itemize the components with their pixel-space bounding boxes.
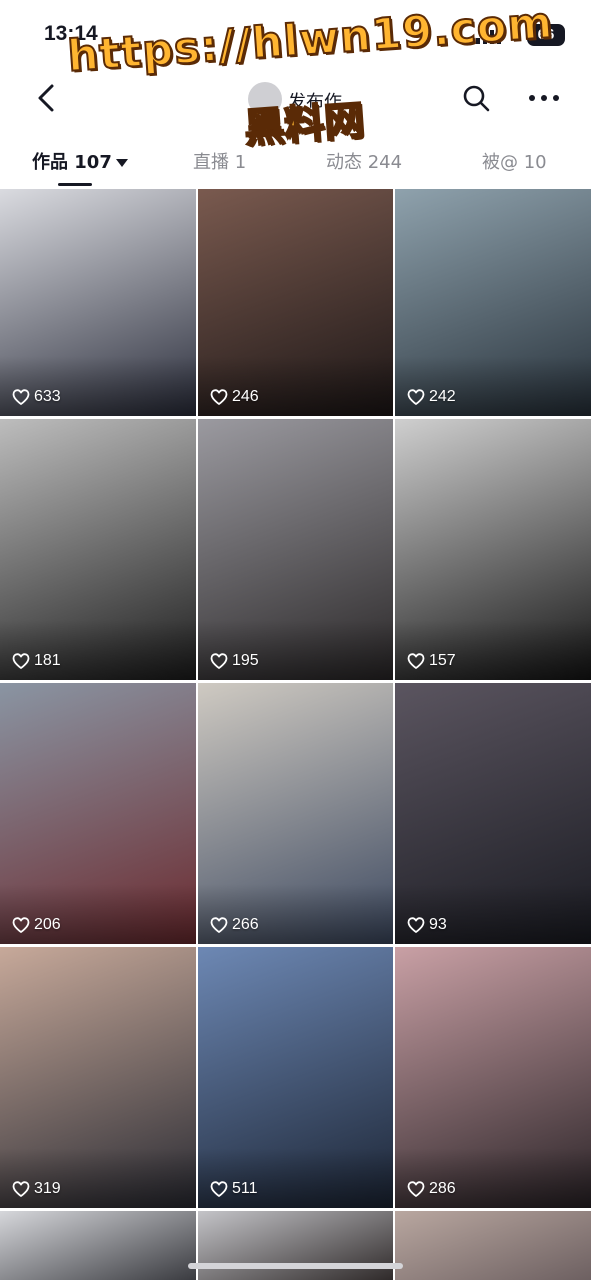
post-thumbnail[interactable] — [395, 1211, 591, 1280]
like-count: 242 — [407, 388, 456, 406]
more-icon[interactable] — [526, 82, 562, 114]
heart-icon — [210, 917, 228, 933]
thumbnail-shade — [0, 1148, 196, 1208]
thumbnail-shade — [395, 620, 591, 680]
post-thumbnail[interactable] — [0, 1211, 196, 1280]
heart-icon — [210, 1181, 228, 1197]
back-icon[interactable] — [30, 80, 62, 116]
like-count-value: 93 — [429, 916, 447, 933]
caret-down-icon — [115, 159, 128, 167]
tab-label: 作品 — [32, 152, 68, 173]
tab-label: 被@ — [482, 152, 518, 173]
like-count-value: 286 — [429, 1180, 456, 1197]
heart-icon — [407, 1181, 425, 1197]
post-thumbnail[interactable]: 511 — [198, 947, 393, 1208]
thumbnail-shade — [198, 1148, 393, 1208]
tab-live[interactable]: 直播 1 — [193, 148, 246, 174]
post-thumbnail[interactable]: 319 — [0, 947, 196, 1208]
heart-icon — [407, 917, 425, 933]
post-thumbnail[interactable] — [198, 1211, 393, 1280]
post-thumbnail[interactable]: 242 — [395, 189, 591, 416]
thumbnail-shade — [0, 620, 196, 680]
post-thumbnail[interactable]: 633 — [0, 189, 196, 416]
thumbnail-shade — [198, 884, 393, 944]
tab-moments[interactable]: 动态 244 — [326, 148, 402, 174]
tab-mentions[interactable]: 被@ 10 — [482, 148, 547, 174]
user-name: 发布作 — [288, 92, 342, 113]
post-thumbnail[interactable]: 266 — [198, 683, 393, 944]
tab-count: 1 — [234, 152, 247, 173]
profile-tabs: 作品 107 直播 1 动态 244 被@ 10 — [0, 138, 591, 188]
post-thumbnail[interactable]: 93 — [395, 683, 591, 944]
tab-count: 244 — [367, 152, 403, 173]
signal-icon — [476, 26, 501, 44]
heart-icon — [12, 389, 30, 405]
tab-works[interactable]: 作品 107 — [32, 148, 128, 174]
like-count-value: 157 — [429, 652, 456, 669]
like-count: 157 — [407, 652, 456, 670]
like-count-value: 511 — [232, 1180, 258, 1197]
like-count: 93 — [407, 916, 447, 934]
post-thumbnail[interactable]: 195 — [198, 419, 393, 680]
heart-icon — [210, 653, 228, 669]
like-count: 195 — [210, 652, 259, 670]
heart-icon — [12, 653, 30, 669]
like-count-value: 319 — [34, 1180, 61, 1197]
like-count: 286 — [407, 1180, 456, 1198]
post-thumbnail[interactable]: 157 — [395, 419, 591, 680]
heart-icon — [407, 389, 425, 405]
post-thumbnail[interactable]: 246 — [198, 189, 393, 416]
search-icon[interactable] — [460, 82, 492, 114]
post-thumbnail[interactable]: 206 — [0, 683, 196, 944]
thumbnail-shade — [395, 1148, 591, 1208]
thumbnail-shade — [198, 620, 393, 680]
status-bar: 13:14 66 — [0, 0, 591, 70]
thumbnail-shade — [0, 356, 196, 416]
like-count: 206 — [12, 916, 61, 934]
post-thumbnail[interactable]: 181 — [0, 419, 196, 680]
like-count-value: 246 — [232, 388, 259, 405]
like-count: 319 — [12, 1180, 61, 1198]
like-count: 246 — [210, 388, 259, 406]
thumbnail-shade — [395, 356, 591, 416]
home-indicator — [188, 1263, 403, 1269]
status-time: 13:14 — [44, 22, 98, 45]
post-thumbnail[interactable]: 286 — [395, 947, 591, 1208]
thumbnail-shade — [198, 356, 393, 416]
tab-count: 107 — [74, 152, 112, 173]
like-count-value: 633 — [34, 388, 61, 405]
like-count: 511 — [210, 1180, 258, 1198]
like-count-value: 266 — [232, 916, 259, 933]
thumbnail-shade — [0, 884, 196, 944]
like-count: 181 — [12, 652, 61, 670]
heart-icon — [407, 653, 425, 669]
heart-icon — [210, 389, 228, 405]
battery-indicator: 66 — [527, 24, 565, 46]
active-tab-indicator — [58, 183, 92, 186]
like-count-value: 195 — [232, 652, 259, 669]
tab-label: 动态 — [326, 152, 362, 173]
like-count: 633 — [12, 388, 61, 406]
profile-header: 发布作 — [0, 70, 591, 130]
tab-label: 直播 — [193, 152, 229, 173]
heart-icon — [12, 1181, 30, 1197]
like-count-value: 242 — [429, 388, 456, 405]
like-count-value: 181 — [34, 652, 61, 669]
like-count: 266 — [210, 916, 259, 934]
tab-count: 10 — [523, 152, 547, 173]
thumbnail-shade — [395, 884, 591, 944]
like-count-value: 206 — [34, 916, 61, 933]
heart-icon — [12, 917, 30, 933]
avatar[interactable] — [248, 82, 282, 116]
